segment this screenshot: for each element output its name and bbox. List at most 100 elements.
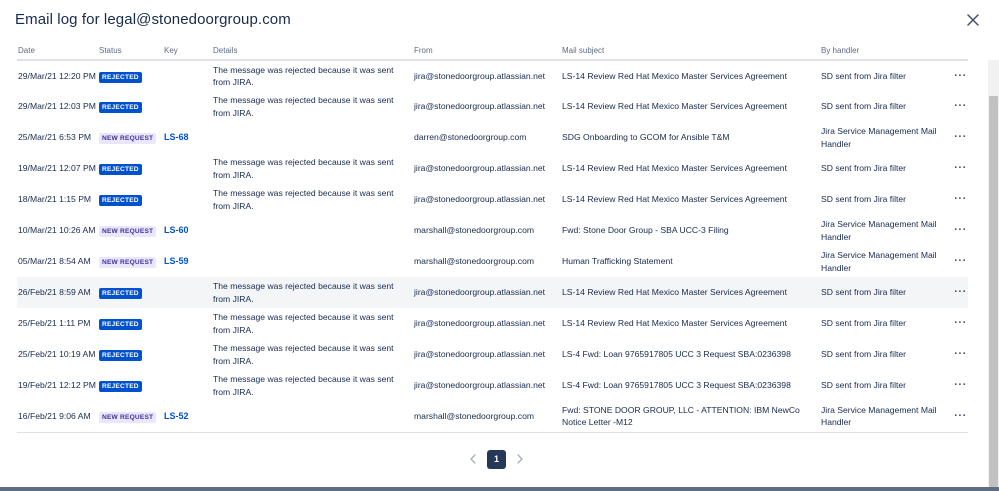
row-actions-button[interactable]: ···	[952, 122, 968, 153]
cell-from: jira@stonedoorgroup.atlassian.net	[414, 70, 546, 81]
cell-details	[212, 215, 413, 246]
row-actions-button[interactable]: ···	[952, 153, 968, 184]
cell-status: REJECTED	[98, 370, 163, 401]
cell-mail-subject: Human Trafficking Statement	[562, 256, 673, 267]
row-actions-button[interactable]: ···	[952, 370, 968, 401]
header-from[interactable]: From	[413, 42, 561, 61]
cell-key	[163, 60, 212, 91]
table-row: 10/Mar/21 10:26 AM NEW REQUEST LS-60 marsha…	[17, 215, 968, 246]
chevron-right-icon	[517, 454, 523, 464]
scrollbar-thumb[interactable]	[989, 96, 998, 487]
header-details[interactable]: Details	[212, 42, 413, 61]
row-actions-button[interactable]: ···	[952, 246, 968, 277]
row-actions-button[interactable]: ···	[952, 308, 968, 339]
cell-status: NEW REQUEST	[98, 215, 163, 246]
row-actions-button[interactable]: ···	[952, 401, 968, 433]
cell-details: The message was rejected because it was …	[213, 312, 394, 335]
cell-date: 29/Mar/21 12:03 PM	[18, 101, 96, 112]
status-badge: REJECTED	[99, 195, 142, 206]
cell-mail-subject: SDG Onboarding to GCOM for Ansible T&M	[562, 132, 730, 143]
cell-by-handler: Jira Service Management Mail Handler	[821, 250, 937, 273]
cell-mail-subject: LS-4 Fwd: Loan 9765917805 UCC 3 Request …	[562, 349, 791, 360]
dialog-title: Email log for legal@stonedoorgroup.com	[15, 11, 291, 28]
cell-key: LS-59	[163, 246, 212, 277]
cell-details: The message was rejected because it was …	[213, 157, 394, 180]
cell-from: jira@stonedoorgroup.atlassian.net	[414, 349, 546, 360]
row-actions-button[interactable]: ···	[952, 339, 968, 370]
status-badge: REJECTED	[99, 102, 142, 113]
row-actions-button[interactable]: ···	[952, 184, 968, 215]
cell-details: The message was rejected because it was …	[212, 277, 413, 308]
table-row: 19/Feb/21 12:12 PM REJECTED The message wa…	[17, 370, 968, 401]
close-button[interactable]	[962, 9, 984, 31]
cell-from: marshall@stonedoorgroup.com	[414, 225, 535, 236]
cell-from: jira@stonedoorgroup.atlassian.net	[413, 277, 561, 308]
cell-key	[163, 339, 212, 370]
cell-details: The message was rejected because it was …	[213, 374, 394, 397]
status-badge: NEW REQUEST	[99, 257, 157, 268]
cell-status: REJECTED	[98, 308, 163, 339]
cell-details: The message was rejected because it was …	[213, 64, 394, 88]
header-mail-subject[interactable]: Mail subject	[561, 42, 820, 61]
cell-by-handler: SD sent from Jira filter	[821, 101, 907, 112]
next-page-button[interactable]	[512, 449, 528, 469]
row-actions-button[interactable]: ···	[952, 277, 968, 308]
cell-from: jira@stonedoorgroup.atlassian.net	[414, 380, 546, 391]
cell-from: jira@stonedoorgroup.atlassian.net	[414, 101, 546, 112]
header-status[interactable]: Status	[98, 42, 163, 61]
cell-details	[212, 122, 413, 153]
cell-status: NEW REQUEST	[98, 401, 163, 433]
table-row: 29/Mar/21 12:03 PM REJECTED The message wa…	[17, 91, 968, 122]
cell-date: 26/Feb/21 8:59 AM	[17, 277, 98, 308]
cell-mail-subject: LS-14 Review Red Hat Mexico Master Servi…	[561, 277, 820, 308]
cell-status: REJECTED	[98, 339, 163, 370]
cell-mail-subject: LS-14 Review Red Hat Mexico Master Servi…	[562, 194, 787, 205]
cell-by-handler: SD sent from Jira filter	[821, 318, 907, 329]
cell-key	[163, 370, 212, 401]
cell-key	[163, 277, 212, 308]
issue-key-link[interactable]: LS-68	[164, 132, 189, 142]
cell-status: REJECTED	[98, 60, 163, 91]
page-button-current[interactable]: 1	[487, 449, 506, 469]
header-actions	[952, 42, 968, 61]
header-by-handler[interactable]: By handler	[820, 42, 952, 61]
cell-from: marshall@stonedoorgroup.com	[414, 256, 535, 267]
cell-details: The message was rejected because it was …	[213, 188, 394, 211]
previous-page-button[interactable]	[465, 449, 481, 469]
table-row: 18/Mar/21 1:15 PM REJECTED The message was…	[17, 184, 968, 215]
cell-status: NEW REQUEST	[98, 246, 163, 277]
issue-key-link[interactable]: LS-59	[164, 256, 189, 266]
status-badge: REJECTED	[99, 319, 142, 330]
issue-key-link[interactable]: LS-52	[164, 411, 189, 421]
status-badge: REJECTED	[99, 71, 142, 83]
cell-status: REJECTED	[98, 153, 163, 184]
table-row: 19/Mar/21 12:07 PM REJECTED The message wa…	[17, 153, 968, 184]
cell-by-handler: SD sent from Jira filter	[820, 277, 952, 308]
row-actions-button[interactable]: ···	[952, 215, 968, 246]
cell-status: REJECTED	[98, 277, 163, 308]
cell-by-handler: Jira Service Management Mail Handler	[821, 219, 937, 242]
cell-by-handler: Jira Service Management Mail Handler	[820, 401, 952, 433]
row-actions-button[interactable]: ···	[952, 60, 968, 91]
cell-mail-subject: LS-14 Review Red Hat Mexico Master Servi…	[562, 163, 787, 174]
cell-date: 18/Mar/21 1:15 PM	[18, 194, 92, 205]
cell-date: 19/Feb/21 12:12 PM	[18, 380, 96, 391]
cell-date: 10/Mar/21 10:26 AM	[18, 225, 96, 236]
cell-status: NEW REQUEST	[98, 122, 163, 153]
header-date[interactable]: Date	[17, 42, 98, 61]
table-row: 29/Mar/21 12:20 PM REJECTED The message wa…	[17, 60, 968, 91]
cell-mail-subject: Fwd: Stone Door Group - SBA UCC-3 Filing	[562, 225, 729, 236]
row-actions-button[interactable]: ···	[952, 91, 968, 122]
cell-status: REJECTED	[98, 184, 163, 215]
cell-by-handler: SD sent from Jira filter	[821, 163, 907, 174]
cell-date: 29/Mar/21 12:20 PM	[18, 70, 96, 81]
status-badge: REJECTED	[99, 350, 142, 361]
cell-date: 19/Mar/21 12:07 PM	[18, 163, 96, 174]
cell-mail-subject: LS-14 Review Red Hat Mexico Master Servi…	[562, 70, 787, 81]
cell-details	[212, 246, 413, 277]
cell-mail-subject: LS-14 Review Red Hat Mexico Master Servi…	[562, 101, 787, 112]
issue-key-link[interactable]: LS-60	[164, 225, 189, 235]
cell-date: 25/Feb/21 10:19 AM	[18, 349, 96, 360]
table-body: 29/Mar/21 12:20 PM REJECTED The message wa…	[17, 60, 968, 433]
header-key[interactable]: Key	[163, 42, 212, 61]
